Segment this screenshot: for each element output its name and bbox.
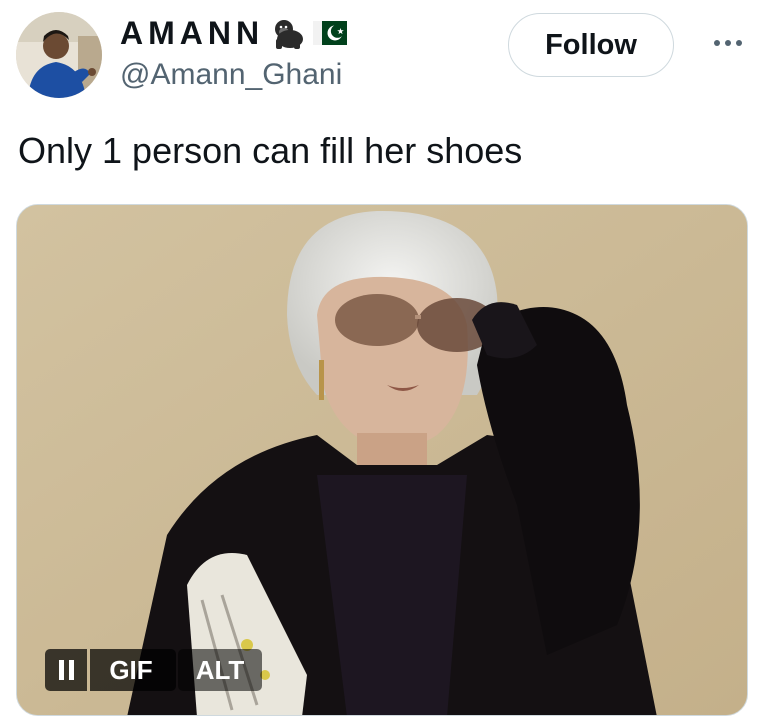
pakistan-flag-icon <box>312 17 348 49</box>
follow-button[interactable]: Follow <box>508 13 674 77</box>
pause-icon <box>58 660 74 680</box>
avatar[interactable] <box>16 12 102 98</box>
gif-frame-image <box>17 205 747 715</box>
display-name[interactable]: AMANN <box>120 15 264 52</box>
tweet-card: AMANN @Amann_Ghani Follow Only 1 person … <box>0 0 763 727</box>
more-horizontal-icon[interactable] <box>706 28 750 58</box>
author-name-row[interactable]: AMANN <box>120 14 348 52</box>
gif-badge: GIF <box>90 649 176 691</box>
dot <box>736 40 742 46</box>
avatar-image <box>16 12 102 98</box>
tweet-text: Only 1 person can fill her shoes <box>18 130 523 171</box>
dot <box>725 40 731 46</box>
media-controls: GIF ALT <box>45 649 262 691</box>
alt-text-button[interactable]: ALT <box>178 649 262 691</box>
gif-media[interactable]: GIF ALT <box>16 204 748 716</box>
author-handle[interactable]: @Amann_Ghani <box>120 58 342 92</box>
pause-button[interactable] <box>45 649 87 691</box>
dot <box>714 40 720 46</box>
gorilla-emoji-icon <box>270 17 306 49</box>
